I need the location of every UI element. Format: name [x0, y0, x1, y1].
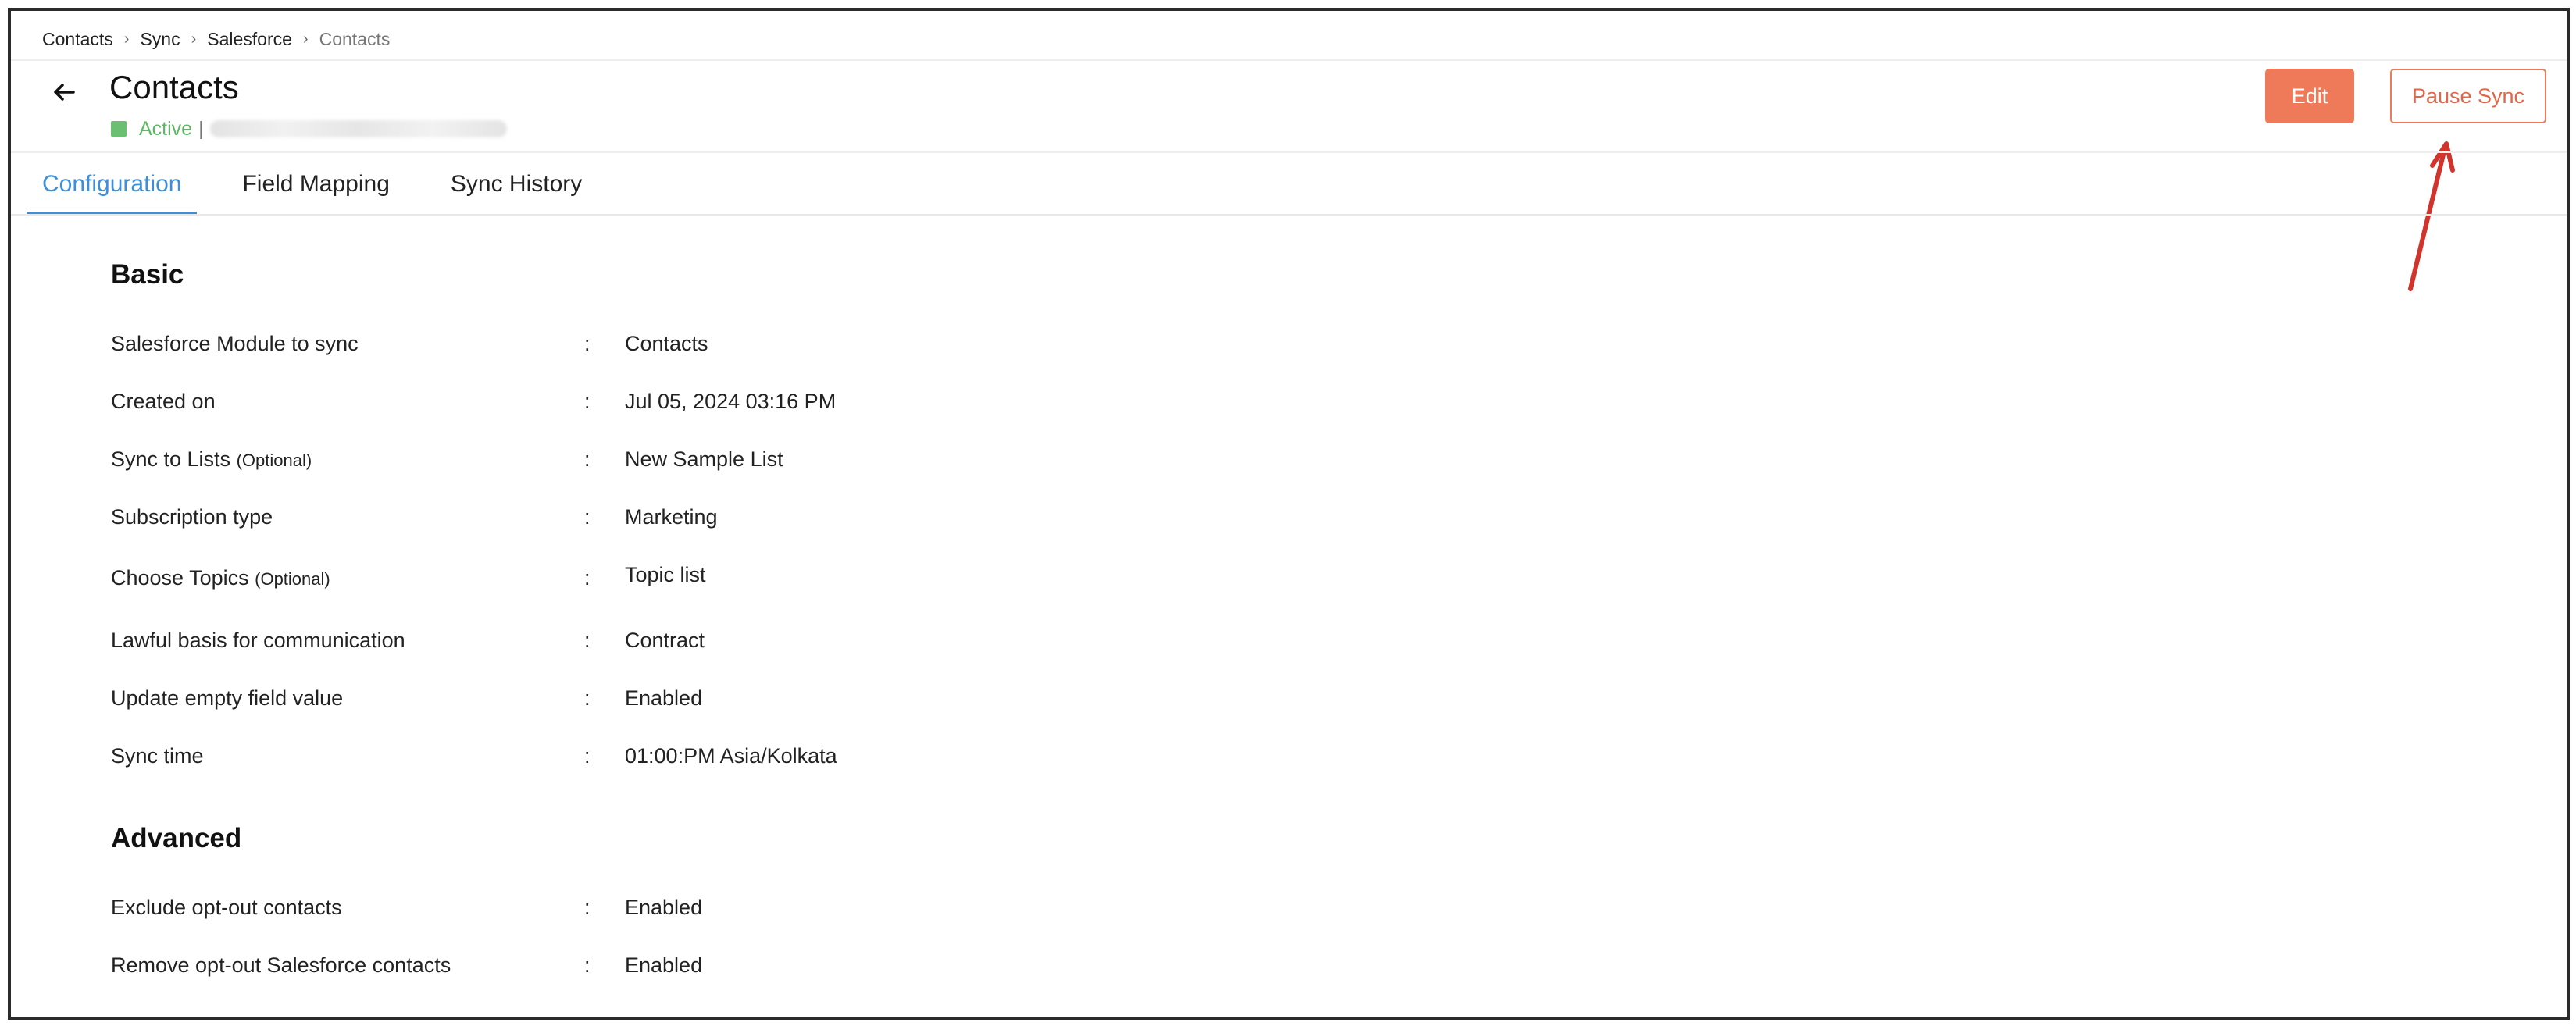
back-button[interactable] — [48, 77, 80, 108]
config-row: Update empty field value : Enabled — [111, 682, 702, 714]
breadcrumb-current: Contacts — [319, 28, 391, 49]
row-label: Choose Topics (Optional) — [111, 565, 330, 590]
row-separator: : — [584, 504, 590, 529]
row-separator: : — [584, 743, 590, 768]
config-row: Sync to Lists (Optional) : New Sample Li… — [111, 444, 783, 475]
status-row: Active | — [111, 117, 507, 141]
row-value: 01:00:PM Asia/Kolkata — [625, 743, 837, 768]
edit-button[interactable]: Edit — [2265, 69, 2354, 123]
row-separator: : — [584, 895, 590, 919]
config-row: Salesforce Module to sync : Contacts — [111, 328, 708, 359]
row-value: Jul 05, 2024 03:16 PM — [625, 389, 837, 413]
pause-sync-button[interactable]: Pause Sync — [2390, 69, 2546, 123]
config-row: Subscription type : Marketing — [111, 501, 718, 533]
redacted-text — [209, 120, 507, 137]
config-row: Exclude opt-out contacts : Enabled — [111, 892, 702, 923]
row-label: Salesforce Module to sync — [111, 331, 359, 355]
breadcrumb-sync[interactable]: Sync — [140, 29, 180, 50]
config-row: Choose Topics (Optional) : Topic list — [111, 562, 706, 593]
row-value: Topic list — [625, 562, 706, 586]
breadcrumb-contacts[interactable]: Contacts — [42, 29, 113, 50]
breadcrumb-divider — [11, 59, 2567, 61]
row-value: New Sample List — [625, 447, 783, 471]
row-value: Contract — [625, 628, 705, 652]
config-row: Created on : Jul 05, 2024 03:16 PM — [111, 386, 836, 417]
tab-divider — [11, 214, 2567, 216]
tab-sync-history[interactable]: Sync History — [435, 156, 598, 216]
row-separator: : — [584, 953, 590, 977]
chevron-right-icon: › — [123, 30, 130, 48]
row-value: Enabled — [625, 895, 703, 919]
tab-bar: Configuration Field Mapping Sync History — [27, 156, 627, 216]
breadcrumb: Contacts › Sync › Salesforce › Contacts — [42, 27, 390, 52]
page-title: Contacts — [109, 69, 239, 105]
row-value: Enabled — [625, 686, 703, 710]
tab-configuration[interactable]: Configuration — [27, 156, 198, 216]
row-value: Marketing — [625, 504, 718, 529]
row-value: Enabled — [625, 953, 703, 977]
row-label: Sync to Lists (Optional) — [111, 447, 312, 471]
status-badge: Active — [139, 117, 193, 140]
config-row: Sync time : 01:00:PM Asia/Kolkata — [111, 740, 837, 771]
section-title-advanced: Advanced — [111, 823, 242, 853]
row-label: Lawful basis for communication — [111, 628, 405, 652]
row-separator: : — [584, 447, 590, 471]
header-divider — [11, 151, 2567, 153]
chevron-right-icon: › — [302, 30, 309, 48]
optional-tag: (Optional) — [255, 568, 330, 589]
breadcrumb-salesforce[interactable]: Salesforce — [207, 29, 292, 50]
row-separator: : — [584, 628, 590, 652]
row-separator: : — [584, 389, 590, 413]
row-label: Remove opt-out Salesforce contacts — [111, 953, 451, 977]
optional-tag: (Optional) — [236, 450, 312, 470]
row-label: Sync time — [111, 743, 204, 768]
app-frame: Contacts › Sync › Salesforce › Contacts … — [8, 8, 2570, 1020]
row-label: Exclude opt-out contacts — [111, 895, 342, 919]
row-label: Subscription type — [111, 504, 273, 529]
row-value: Contacts — [625, 331, 708, 355]
chevron-right-icon: › — [191, 30, 197, 48]
arrow-left-icon — [54, 84, 75, 101]
tab-field-mapping[interactable]: Field Mapping — [227, 156, 405, 216]
row-separator: : — [584, 686, 590, 710]
row-label: Created on — [111, 389, 216, 413]
status-separator: | — [198, 117, 204, 140]
status-indicator — [111, 121, 127, 137]
section-title-basic: Basic — [111, 259, 184, 290]
row-label: Update empty field value — [111, 686, 344, 710]
row-separator: : — [584, 331, 590, 355]
config-row: Lawful basis for communication : Contrac… — [111, 625, 705, 656]
row-separator: : — [584, 565, 590, 590]
config-row: Remove opt-out Salesforce contacts : Ena… — [111, 949, 702, 981]
